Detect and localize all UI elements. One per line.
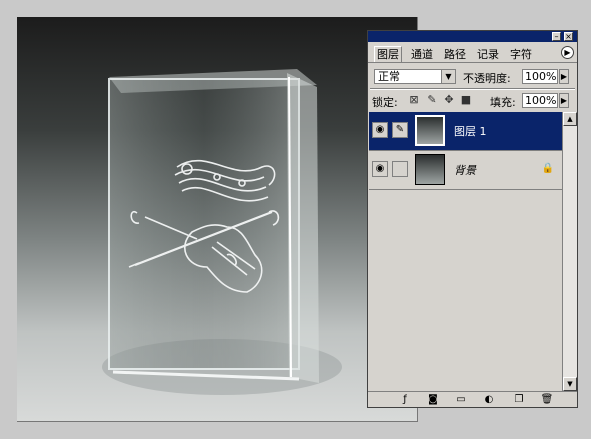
- blend-mode-value: 正常: [378, 70, 400, 83]
- blend-mode-select[interactable]: 正常 ▼: [374, 69, 456, 84]
- fill-field[interactable]: 100% ▶: [522, 93, 569, 108]
- layer-list: ◉ ✎ 图层 1 ◉ 背景 🔒: [369, 112, 562, 391]
- trash-icon[interactable]: 🗑: [540, 393, 554, 407]
- eye-icon[interactable]: ◉: [372, 161, 388, 177]
- layer-style-icon[interactable]: ƒ: [398, 393, 412, 407]
- blend-row: 正常 ▼ 不透明度: 100% ▶: [368, 67, 577, 87]
- lock-transparency-icon[interactable]: ⊠: [408, 94, 420, 106]
- new-group-icon[interactable]: ▭: [454, 393, 468, 407]
- lock-move-icon[interactable]: ✥: [443, 94, 455, 106]
- opacity-field[interactable]: 100% ▶: [522, 69, 569, 84]
- eye-icon[interactable]: ◉: [372, 122, 388, 138]
- close-icon[interactable]: ×: [564, 32, 573, 41]
- adjustment-layer-icon[interactable]: ◐: [482, 393, 496, 407]
- lock-brush-icon[interactable]: ✎: [426, 94, 438, 106]
- fill-value: 100%: [525, 94, 557, 107]
- panel-tabs: 图层 通道 路径 记录 字符 ▶: [368, 44, 577, 63]
- fill-arrow-icon[interactable]: ▶: [559, 93, 569, 108]
- crystal-violin-image: [102, 69, 342, 395]
- opacity-value: 100%: [525, 70, 557, 83]
- layer-thumbnail: [415, 115, 445, 146]
- tab-history[interactable]: 记录: [475, 47, 501, 62]
- opacity-arrow-icon[interactable]: ▶: [559, 69, 569, 84]
- layer-row[interactable]: ◉ ✎ 图层 1: [369, 112, 562, 151]
- layers-panel: – × 图层 通道 路径 记录 字符 ▶ 正常 ▼ 不透明度: 100% ▶ 锁…: [367, 30, 578, 408]
- divider: [370, 88, 575, 90]
- tab-paths[interactable]: 路径: [442, 47, 468, 62]
- new-layer-icon[interactable]: ❐: [512, 393, 526, 407]
- link-slot[interactable]: [392, 161, 408, 177]
- scroll-up-icon[interactable]: ▲: [563, 112, 577, 126]
- mask-icon[interactable]: ◙: [426, 393, 440, 407]
- lock-all-icon[interactable]: ■: [460, 94, 472, 106]
- fill-label: 填充:: [490, 96, 516, 109]
- layers-scrollbar[interactable]: ▲ ▼: [562, 112, 577, 391]
- tab-character[interactable]: 字符: [508, 47, 534, 62]
- minimize-icon[interactable]: –: [552, 32, 561, 41]
- tab-channels[interactable]: 通道: [409, 47, 435, 62]
- lock-row: 锁定: ⊠ ✎ ✥ ■ 填充: 100% ▶: [368, 91, 577, 111]
- brush-icon[interactable]: ✎: [392, 122, 408, 138]
- document-canvas[interactable]: [17, 17, 418, 422]
- tab-layers[interactable]: 图层: [374, 46, 402, 62]
- panel-menu-arrow-icon[interactable]: ▶: [561, 46, 574, 59]
- layer-name[interactable]: 背景: [454, 162, 476, 178]
- chevron-down-icon[interactable]: ▼: [441, 70, 455, 83]
- opacity-label: 不透明度:: [463, 72, 511, 85]
- lock-icon: 🔒: [541, 163, 554, 174]
- layer-thumbnail: [415, 154, 445, 185]
- layer-row[interactable]: ◉ 背景 🔒: [369, 151, 562, 190]
- panel-titlebar[interactable]: – ×: [368, 31, 577, 42]
- scroll-down-icon[interactable]: ▼: [563, 377, 577, 391]
- lock-label: 锁定:: [372, 96, 398, 109]
- panel-bottom-bar: ƒ ◙ ▭ ◐ ❐ 🗑: [368, 391, 577, 408]
- layer-name[interactable]: 图层 1: [454, 123, 487, 139]
